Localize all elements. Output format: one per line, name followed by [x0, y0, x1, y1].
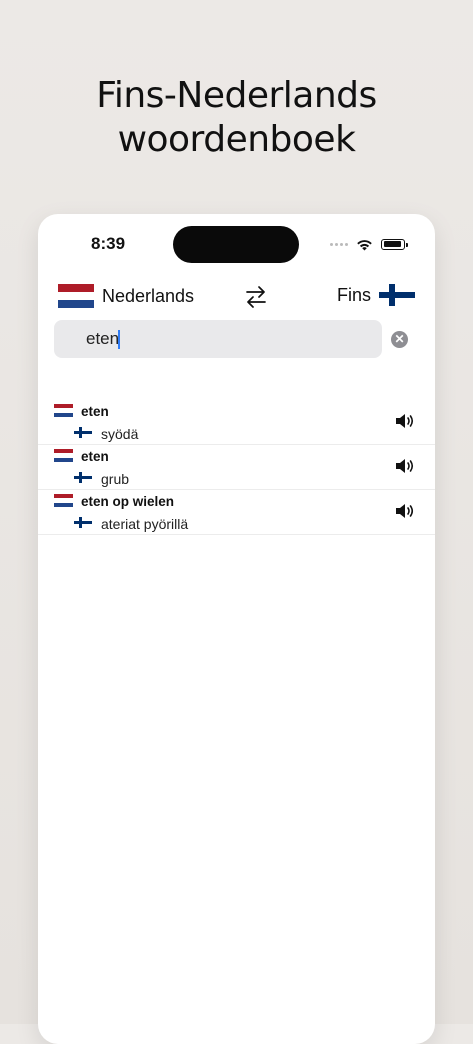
- finland-flag-icon: [379, 284, 415, 306]
- dynamic-island: [173, 226, 299, 263]
- finland-flag-icon: [74, 472, 92, 483]
- speaker-icon[interactable]: [394, 502, 416, 520]
- promo-headline: Fins-Nederlands woordenboek: [0, 74, 473, 162]
- results-list: eten syödä eten grub eten op wielen ater…: [38, 400, 435, 535]
- speaker-icon[interactable]: [394, 412, 416, 430]
- source-language-label: Nederlands: [102, 285, 195, 306]
- promo-title-line1: Fins-Nederlands: [96, 75, 377, 116]
- target-language-label: Fins: [336, 284, 371, 305]
- swap-languages-icon[interactable]: [244, 284, 268, 310]
- battery-icon: [381, 238, 408, 250]
- search-input[interactable]: [86, 329, 356, 349]
- netherlands-flag-icon: [54, 449, 73, 462]
- status-indicators: [330, 236, 408, 252]
- source-word: eten: [81, 449, 109, 464]
- netherlands-flag-icon: [54, 404, 73, 417]
- list-item[interactable]: eten op wielen ateriat pyörillä: [38, 490, 435, 535]
- source-language-button[interactable]: Nederlands: [58, 284, 194, 308]
- list-item[interactable]: eten grub: [38, 445, 435, 490]
- translation-word: ateriat pyörillä: [101, 516, 189, 532]
- wifi-icon: [357, 239, 372, 250]
- netherlands-flag-icon: [54, 494, 73, 507]
- finland-flag-icon: [74, 517, 92, 528]
- phone-screen: 8:39 Nederlands Fins ✕: [38, 214, 435, 1044]
- text-caret: [118, 330, 120, 349]
- speaker-icon[interactable]: [394, 457, 416, 475]
- source-word: eten op wielen: [81, 494, 175, 509]
- source-word: eten: [81, 404, 109, 419]
- cellular-signal-icon: [330, 242, 348, 246]
- target-language-button[interactable]: Fins: [337, 284, 415, 306]
- promo-title-line2: woordenboek: [117, 119, 356, 160]
- language-selector-row: Nederlands Fins: [58, 284, 415, 310]
- finland-flag-icon: [74, 427, 92, 438]
- clear-icon[interactable]: ✕: [391, 331, 408, 348]
- status-time: 8:39: [91, 234, 126, 253]
- netherlands-flag-icon: [58, 284, 94, 308]
- search-field[interactable]: [54, 320, 382, 358]
- list-item[interactable]: eten syödä: [38, 400, 435, 445]
- translation-word: grub: [101, 471, 130, 487]
- translation-word: syödä: [101, 426, 139, 442]
